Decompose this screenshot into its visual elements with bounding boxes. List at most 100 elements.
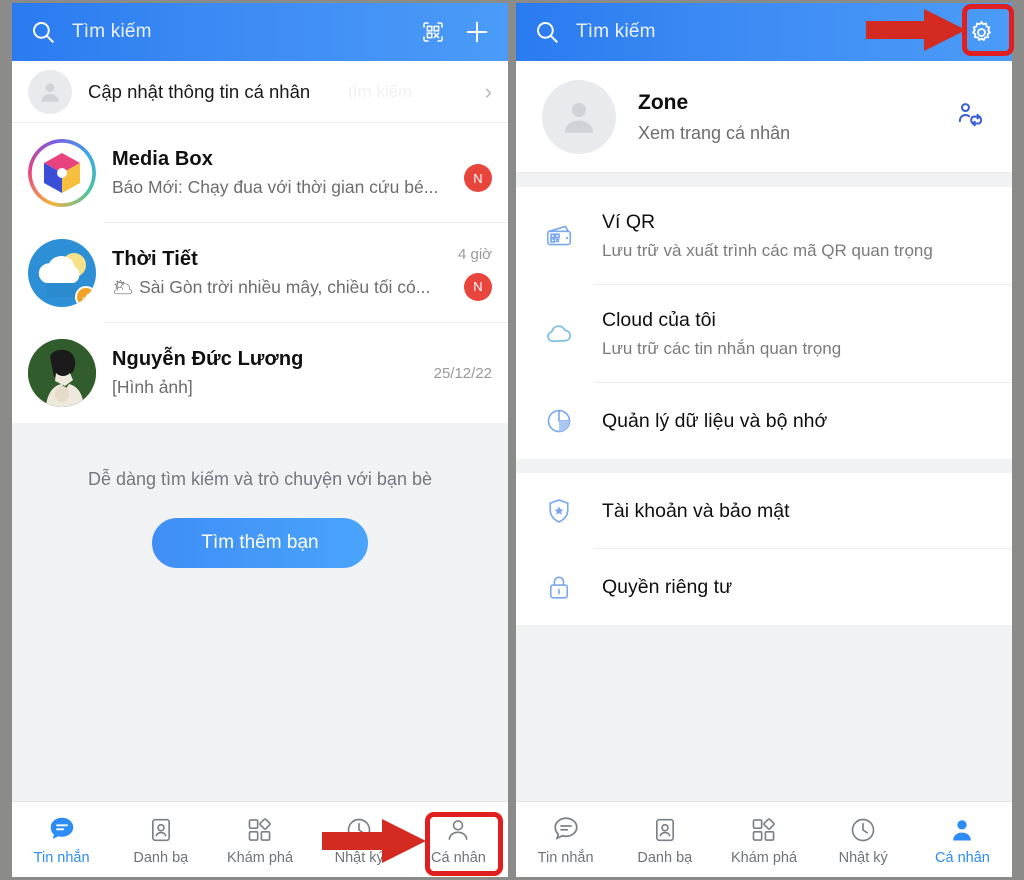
clock-icon: [345, 814, 373, 844]
screenshot-stage: Tìm kiếm Cập nhật thông tin cá nhân tìm …: [0, 0, 1024, 880]
chat-time: 4 giờ: [457, 245, 492, 263]
lock-icon: [542, 572, 576, 602]
left-bottom-tab-bar: Tin nhắn Danh bạ Khám phá Nhật ký Cá nhâ…: [12, 801, 508, 877]
chevron-right-icon: ›: [484, 79, 492, 104]
chat-bubble-icon: [551, 814, 581, 844]
settings-title: Cloud của tôi: [602, 309, 716, 331]
tab-tin-nhan[interactable]: Tin nhắn: [12, 814, 111, 866]
tab-nhat-ky[interactable]: Nhật ký: [310, 814, 409, 866]
chat-text-block: Thời Tiết 🌥 Sài Gòn trời nhiều mây, chiề…: [112, 248, 442, 298]
tab-label: Tin nhắn: [33, 849, 90, 866]
tab-danh-ba[interactable]: Danh bạ: [111, 814, 210, 866]
settings-text-block: Quyền riêng tư: [602, 576, 986, 599]
tab-label: Cá nhân: [431, 849, 486, 866]
settings-subtitle: Lưu trữ và xuất trình các mã QR quan trọ…: [602, 241, 933, 260]
right-bottom-tab-bar: Tin nhắn Danh bạ Khám phá Nhật ký Cá nhâ…: [516, 801, 1012, 877]
cloud-icon: [542, 318, 576, 350]
profile-name: Zone: [638, 90, 689, 114]
weather-logo-icon: ✓: [28, 239, 96, 307]
chat-bubble-icon: [47, 814, 77, 844]
person-icon: [444, 814, 472, 844]
chat-list-item-thoi-tiet[interactable]: ✓ Thời Tiết 🌥 Sài Gòn trời nhiều mây, ch…: [12, 223, 508, 323]
person-icon: [948, 814, 976, 844]
chat-preview: [Hình ảnh]: [112, 377, 193, 397]
settings-item-tai-khoan-va-bao-mat[interactable]: Tài khoản và bảo mật: [516, 473, 1012, 549]
avatar: [542, 80, 616, 154]
tab-ca-nhan[interactable]: Cá nhân: [913, 814, 1012, 866]
shield-icon: [542, 496, 576, 526]
settings-item-quyen-rieng-tu[interactable]: Quyền riêng tư: [516, 549, 1012, 625]
chat-text-block: Media Box Báo Mới: Chạy đua với thời gia…: [112, 148, 448, 198]
tab-tin-nhan[interactable]: Tin nhắn: [516, 814, 615, 866]
settings-empty-area: [516, 625, 1012, 801]
chat-meta: 25/12/22: [434, 365, 492, 382]
chat-text-block: Nguyễn Đức Lương [Hình ảnh]: [112, 348, 418, 398]
chat-preview: Báo Mới: Chạy đua với thời gian cứu bé..…: [112, 177, 439, 197]
tab-danh-ba[interactable]: Danh bạ: [615, 814, 714, 866]
tab-label: Nhật ký: [838, 849, 888, 866]
settings-text-block: Tài khoản và bảo mật: [602, 500, 986, 523]
tab-label: Nhật ký: [334, 849, 384, 866]
update-profile-label: Cập nhật thông tin cá nhân: [88, 81, 311, 102]
tab-kham-pha[interactable]: Khám phá: [210, 814, 309, 866]
settings-item-quan-ly-du-lieu[interactable]: Quản lý dữ liệu và bộ nhớ: [516, 383, 1012, 459]
tab-label: Danh bạ: [133, 849, 189, 866]
section-gap: [516, 173, 1012, 187]
gear-icon[interactable]: [966, 17, 996, 47]
update-profile-row[interactable]: Cập nhật thông tin cá nhân tìm kiếm ›: [12, 61, 508, 123]
pie-chart-icon: [542, 406, 576, 436]
settings-item-vi-qr[interactable]: Ví QR Lưu trữ và xuất trình các mã QR qu…: [516, 187, 1012, 285]
avatar: [28, 70, 72, 114]
right-phone-panel: Tìm kiếm Zone Xem trang cá nhân Ví QR Lư…: [516, 3, 1012, 877]
section-gap: [516, 459, 1012, 473]
search-placeholder-text[interactable]: Tìm kiếm: [72, 21, 404, 43]
profile-row[interactable]: Zone Xem trang cá nhân: [516, 61, 1012, 173]
chat-name: Nguyễn Đức Lương: [112, 348, 304, 370]
chat-time: 25/12/22: [433, 364, 492, 382]
switch-account-icon[interactable]: [954, 99, 986, 136]
settings-subtitle: Lưu trữ các tin nhắn quan trọng: [602, 339, 842, 358]
tab-label: Danh bạ: [637, 849, 693, 866]
unread-badge: N: [464, 272, 492, 301]
empty-state-text: Dễ dàng tìm kiếm và trò chuyện với bạn b…: [88, 469, 432, 489]
plus-icon[interactable]: [462, 17, 492, 47]
verified-badge-icon: ✓: [75, 286, 96, 307]
profile-text-block: Zone Xem trang cá nhân: [638, 91, 932, 144]
chat-meta: N: [464, 154, 492, 192]
chat-preview: 🌥 Sài Gòn trời nhiều mây, chiều tối có..…: [112, 277, 431, 297]
tab-label: Khám phá: [226, 849, 294, 866]
media-box-logo-icon: [28, 139, 96, 207]
clock-icon: [849, 814, 877, 844]
unread-badge: N: [464, 164, 492, 192]
chat-list-item-media-box[interactable]: Media Box Báo Mới: Chạy đua với thời gia…: [12, 123, 508, 223]
chat-meta: 4 giờ N: [458, 246, 492, 301]
chat-name: Thời Tiết: [112, 248, 198, 270]
tab-label: Cá nhân: [935, 849, 990, 866]
search-icon[interactable]: [28, 17, 58, 47]
search-icon[interactable]: [532, 17, 562, 47]
qr-scan-icon[interactable]: [418, 17, 448, 47]
settings-text-block: Quản lý dữ liệu và bộ nhớ: [602, 410, 986, 433]
chat-name: Media Box: [112, 148, 213, 170]
tab-label: Khám phá: [730, 849, 798, 866]
contacts-icon: [147, 814, 175, 844]
find-more-friends-button[interactable]: Tìm thêm bạn: [152, 518, 368, 568]
chat-list-item-nguyen-duc-luong[interactable]: Nguyễn Đức Lương [Hình ảnh] 25/12/22: [12, 323, 508, 423]
settings-text-block: Cloud của tôi Lưu trữ các tin nhắn quan …: [602, 309, 986, 359]
tab-kham-pha[interactable]: Khám phá: [714, 814, 813, 866]
contacts-icon: [651, 814, 679, 844]
discover-icon: [750, 814, 778, 844]
right-app-header: Tìm kiếm: [516, 3, 1012, 61]
search-placeholder-text[interactable]: Tìm kiếm: [576, 21, 952, 43]
tab-ca-nhan[interactable]: Cá nhân: [409, 814, 508, 866]
discover-icon: [246, 814, 274, 844]
settings-title: Tài khoản và bảo mật: [602, 499, 790, 522]
profile-subtitle: Xem trang cá nhân: [638, 122, 791, 143]
left-phone-panel: Tìm kiếm Cập nhật thông tin cá nhân tìm …: [12, 3, 508, 877]
left-app-header: Tìm kiếm: [12, 3, 508, 61]
tab-nhat-ky[interactable]: Nhật ký: [814, 814, 913, 866]
settings-item-cloud-cua-toi[interactable]: Cloud của tôi Lưu trữ các tin nhắn quan …: [516, 285, 1012, 383]
settings-title: Quản lý dữ liệu và bộ nhớ: [602, 409, 828, 432]
settings-title: Quyền riêng tư: [602, 575, 733, 598]
settings-title: Ví QR: [602, 211, 656, 233]
